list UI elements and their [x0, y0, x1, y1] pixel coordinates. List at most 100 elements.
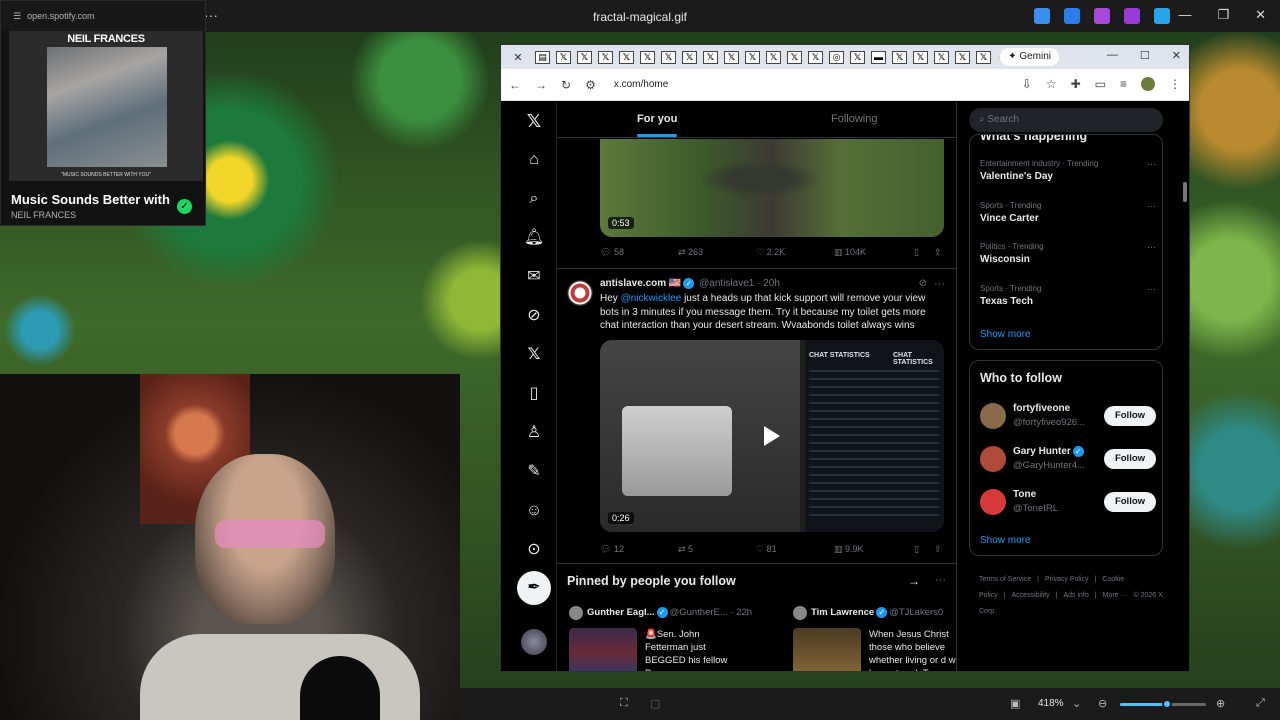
video-player[interactable]: 0:53	[600, 139, 944, 237]
notifications-bell-icon[interactable]: 🔔︎	[523, 227, 545, 249]
grok-explain-icon[interactable]: ⊘	[919, 278, 927, 289]
footer-link[interactable]: Privacy Policy	[1045, 576, 1089, 583]
tab-following[interactable]: Following	[831, 113, 877, 125]
bookmarks-icon[interactable]: ▯	[523, 383, 545, 405]
follow-suggestion[interactable]: fortyfiveone @fortyfiveo926... Follow	[980, 401, 1156, 431]
bookmark-post-icon[interactable]: ▯	[914, 247, 919, 258]
bookmark-post-icon[interactable]: ▯	[914, 544, 919, 555]
share-icon[interactable]: ⇪	[934, 247, 942, 258]
trend-item[interactable]: Sports · Trending Texas Tech ···	[980, 284, 1156, 307]
browser-minimize-icon[interactable]: —	[1107, 49, 1118, 62]
browser-tab[interactable]: 𝕏	[619, 50, 634, 64]
tray-app-icon-4[interactable]	[1124, 8, 1140, 24]
browser-tab[interactable]: 𝕏	[787, 50, 802, 64]
url-field[interactable]: x.com/home	[614, 79, 668, 90]
compose-post-button[interactable]: ✒	[517, 571, 551, 605]
viewer-more-icon[interactable]: ···	[204, 7, 218, 23]
browser-tab[interactable]: 𝕏	[661, 50, 676, 64]
browser-menu-icon[interactable]: ⋮	[1169, 77, 1181, 91]
trend-more-icon[interactable]: ···	[1147, 201, 1156, 211]
site-info-icon[interactable]: ⚙	[585, 78, 596, 92]
trends-show-more-link[interactable]: Show more	[980, 329, 1031, 340]
browser-tab[interactable]: ▤	[535, 50, 550, 64]
trend-more-icon[interactable]: ···	[1147, 159, 1156, 169]
share-icon[interactable]: ⇪	[934, 544, 942, 555]
maximize-icon[interactable]: ❐	[1217, 7, 1229, 23]
repost-button[interactable]: ⇄ 5	[678, 544, 693, 555]
browser-tab[interactable]: 𝕏	[640, 50, 655, 64]
sidebar-icon[interactable]: ▭	[1095, 77, 1106, 91]
footer-link[interactable]: Ads info	[1063, 592, 1088, 599]
pinned-card[interactable]: Gunther Eagl... ✓ @GuntherE... · 22h 🚨Sen.…	[563, 602, 773, 671]
zoom-dropdown-icon[interactable]: ⌄	[1072, 697, 1081, 710]
fit-screen-icon[interactable]: ⛶	[620, 697, 628, 710]
explore-search-icon[interactable]: ⌕	[523, 188, 545, 210]
home-icon[interactable]: ⌂	[523, 149, 545, 171]
like-button[interactable]: ♡ 2.2K	[756, 247, 785, 258]
x-logo-icon[interactable]: 𝕏	[523, 110, 545, 132]
repost-button[interactable]: ⇄ 263	[678, 247, 703, 258]
track-artist[interactable]: NEIL FRANCES	[11, 210, 76, 220]
reply-button[interactable]: 💬︎ 58	[600, 247, 624, 258]
tray-app-icon-3[interactable]	[1094, 8, 1110, 24]
crop-icon[interactable]: ▢	[650, 697, 660, 710]
views-button[interactable]: ▥ 9.9K	[834, 544, 864, 555]
trend-more-icon[interactable]: ···	[1147, 284, 1156, 294]
gemini-button[interactable]: ✦ Gemini	[1000, 48, 1059, 66]
follow-button[interactable]: Follow	[1104, 492, 1156, 512]
suggestion-avatar[interactable]	[980, 403, 1006, 429]
post-more-icon[interactable]: ···	[934, 278, 945, 290]
saved-check-icon[interactable]: ✓	[177, 199, 192, 214]
footer-link[interactable]: Terms of Service	[979, 576, 1031, 583]
track-title[interactable]: Music Sounds Better with	[11, 192, 171, 207]
browser-tab[interactable]: 𝕏	[913, 50, 928, 64]
post-author-name[interactable]: antislave.com 🇺🇸	[600, 278, 681, 289]
browser-tab[interactable]: 𝕏	[598, 50, 613, 64]
forward-icon[interactable]: →	[535, 78, 547, 92]
page-scrollbar[interactable]	[1183, 182, 1187, 202]
pinned-arrow-icon[interactable]: →	[908, 574, 920, 588]
pinned-more-icon[interactable]: ···	[935, 574, 946, 586]
browser-tab[interactable]: 𝕏	[955, 50, 970, 64]
fullscreen-icon[interactable]: ⤢	[1256, 697, 1265, 710]
minimize-icon[interactable]: —	[1178, 7, 1191, 23]
post-author-avatar[interactable]	[567, 280, 593, 306]
messages-icon[interactable]: ✉	[523, 266, 545, 288]
more-circle-icon[interactable]: ⊙	[523, 539, 545, 561]
account-avatar[interactable]	[521, 629, 547, 655]
like-button[interactable]: ♡ 81	[756, 544, 777, 555]
site-settings-icon[interactable]: ☰	[13, 11, 21, 22]
suggestion-avatar[interactable]	[980, 446, 1006, 472]
browser-tab[interactable]: 𝕏	[556, 50, 571, 64]
browser-tab[interactable]: 𝕏	[745, 50, 760, 64]
zoom-slider-knob[interactable]	[1162, 699, 1172, 709]
browser-tab[interactable]: 𝕏	[682, 50, 697, 64]
footer-link[interactable]: Accessibility	[1012, 592, 1050, 599]
profile-avatar[interactable]	[1141, 77, 1155, 91]
trend-item[interactable]: Sports · Trending Vince Carter ···	[980, 201, 1156, 224]
jobs-icon[interactable]: ♙	[523, 422, 545, 444]
reading-list-icon[interactable]: ≡	[1120, 77, 1127, 91]
post-mention-link[interactable]: @nickwicklee	[621, 293, 682, 304]
trend-item[interactable]: Politics · Trending Wisconsin ···	[980, 242, 1156, 265]
browser-tab[interactable]: ▬	[871, 50, 886, 64]
follow-suggestion[interactable]: Gary Hunter ✓ @GaryHunter4... Follow	[980, 444, 1156, 474]
browser-tab[interactable]: ◎	[829, 50, 844, 64]
tab-for-you[interactable]: For you	[637, 113, 678, 137]
who-to-follow-show-more-link[interactable]: Show more	[980, 535, 1031, 546]
post-author-handle[interactable]: @antislave1	[699, 278, 754, 289]
browser-tab[interactable]: 𝕏	[703, 50, 718, 64]
follow-button[interactable]: Follow	[1104, 449, 1156, 469]
profile-icon[interactable]: ☺	[523, 500, 545, 522]
trend-more-icon[interactable]: ···	[1147, 242, 1156, 252]
premium-x-icon[interactable]: 𝕏	[523, 344, 545, 366]
footer-link[interactable]: More ···	[1103, 592, 1128, 599]
browser-tab[interactable]: 𝕏	[976, 50, 991, 64]
browser-close-icon[interactable]: ✕	[1172, 49, 1181, 62]
browser-tab[interactable]: 𝕏	[808, 50, 823, 64]
tray-app-icon-1[interactable]	[1034, 8, 1050, 24]
reload-icon[interactable]: ↻	[561, 78, 571, 92]
follow-button[interactable]: Follow	[1104, 406, 1156, 426]
browser-tab[interactable]: 𝕏	[724, 50, 739, 64]
bookmark-star-icon[interactable]: ☆	[1046, 77, 1057, 91]
